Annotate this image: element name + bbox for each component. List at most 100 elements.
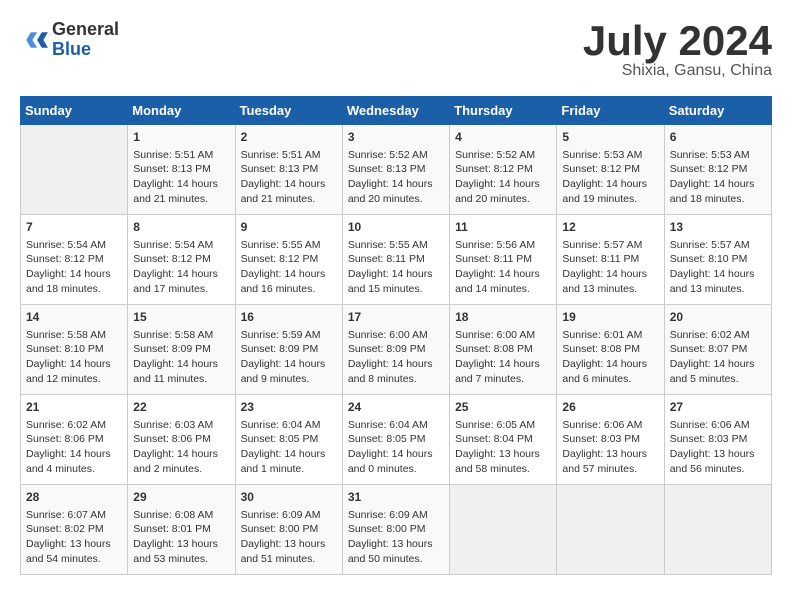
day-info: Sunrise: 5:56 AM Sunset: 8:11 PM Dayligh… <box>455 238 551 297</box>
weekday-header-monday: Monday <box>128 97 235 125</box>
day-number: 20 <box>670 309 766 326</box>
header: General Blue July 2024 Shixia, Gansu, Ch… <box>20 20 772 80</box>
calendar-cell <box>450 485 557 575</box>
calendar-cell: 8 Sunrise: 5:54 AM Sunset: 8:12 PM Daylig… <box>128 215 235 305</box>
calendar-cell: 9 Sunrise: 5:55 AM Sunset: 8:12 PM Daylig… <box>235 215 342 305</box>
day-info: Sunrise: 6:00 AM Sunset: 8:09 PM Dayligh… <box>348 328 444 387</box>
day-number: 8 <box>133 219 229 236</box>
calendar-cell: 16 Sunrise: 5:59 AM Sunset: 8:09 PM Dayli… <box>235 305 342 395</box>
month-title: July 2024 <box>583 20 772 62</box>
calendar-cell: 27 Sunrise: 6:06 AM Sunset: 8:03 PM Dayli… <box>664 395 771 485</box>
calendar-cell: 5 Sunrise: 5:53 AM Sunset: 8:12 PM Daylig… <box>557 125 664 215</box>
calendar-cell: 17 Sunrise: 6:00 AM Sunset: 8:09 PM Dayli… <box>342 305 449 395</box>
day-number: 26 <box>562 399 658 416</box>
day-number: 7 <box>26 219 122 236</box>
day-info: Sunrise: 5:54 AM Sunset: 8:12 PM Dayligh… <box>133 238 229 297</box>
day-info: Sunrise: 5:55 AM Sunset: 8:11 PM Dayligh… <box>348 238 444 297</box>
day-info: Sunrise: 6:05 AM Sunset: 8:04 PM Dayligh… <box>455 418 551 477</box>
calendar-cell: 24Sunrise: 6:04 AM Sunset: 8:05 PM Dayli… <box>342 395 449 485</box>
day-number: 15 <box>133 309 229 326</box>
calendar-cell: 3 Sunrise: 5:52 AM Sunset: 8:13 PM Daylig… <box>342 125 449 215</box>
day-info: Sunrise: 5:51 AM Sunset: 8:13 PM Dayligh… <box>241 148 337 207</box>
day-number: 30 <box>241 489 337 506</box>
calendar-cell: 19 Sunrise: 6:01 AM Sunset: 8:08 PM Dayli… <box>557 305 664 395</box>
title-block: July 2024 Shixia, Gansu, China <box>583 20 772 80</box>
logo-general-text: General <box>52 20 119 40</box>
day-number: 3 <box>348 129 444 146</box>
calendar-table: SundayMondayTuesdayWednesdayThursdayFrid… <box>20 96 772 575</box>
calendar-week-3: 14 Sunrise: 5:58 AM Sunset: 8:10 PM Dayli… <box>21 305 772 395</box>
calendar-week-1: 1 Sunrise: 5:51 AM Sunset: 8:13 PM Daylig… <box>21 125 772 215</box>
day-info: Sunrise: 5:55 AM Sunset: 8:12 PM Dayligh… <box>241 238 337 297</box>
calendar-cell: 28Sunrise: 6:07 AM Sunset: 8:02 PM Dayli… <box>21 485 128 575</box>
day-info: Sunrise: 6:03 AM Sunset: 8:06 PM Dayligh… <box>133 418 229 477</box>
day-number: 4 <box>455 129 551 146</box>
calendar-cell: 30 Sunrise: 6:09 AM Sunset: 8:00 PM Dayli… <box>235 485 342 575</box>
day-number: 23 <box>241 399 337 416</box>
calendar-cell: 21 Sunrise: 6:02 AM Sunset: 8:06 PM Dayli… <box>21 395 128 485</box>
day-info: Sunrise: 6:09 AM Sunset: 8:00 PM Dayligh… <box>241 508 337 567</box>
day-number: 16 <box>241 309 337 326</box>
day-number: 13 <box>670 219 766 236</box>
day-number: 17 <box>348 309 444 326</box>
day-info: Sunrise: 5:53 AM Sunset: 8:12 PM Dayligh… <box>562 148 658 207</box>
calendar-cell: 31Sunrise: 6:09 AM Sunset: 8:00 PM Dayli… <box>342 485 449 575</box>
calendar-cell: 20 Sunrise: 6:02 AM Sunset: 8:07 PM Dayli… <box>664 305 771 395</box>
day-info: Sunrise: 6:09 AM Sunset: 8:00 PM Dayligh… <box>348 508 444 567</box>
logo-text: General Blue <box>52 20 119 60</box>
calendar-cell: 29Sunrise: 6:08 AM Sunset: 8:01 PM Dayli… <box>128 485 235 575</box>
day-info: Sunrise: 5:52 AM Sunset: 8:13 PM Dayligh… <box>348 148 444 207</box>
calendar-cell: 4 Sunrise: 5:52 AM Sunset: 8:12 PM Daylig… <box>450 125 557 215</box>
weekday-header-row: SundayMondayTuesdayWednesdayThursdayFrid… <box>21 97 772 125</box>
day-number: 18 <box>455 309 551 326</box>
day-number: 14 <box>26 309 122 326</box>
day-number: 19 <box>562 309 658 326</box>
weekday-header-sunday: Sunday <box>21 97 128 125</box>
calendar-header: SundayMondayTuesdayWednesdayThursdayFrid… <box>21 97 772 125</box>
day-info: Sunrise: 6:02 AM Sunset: 8:06 PM Dayligh… <box>26 418 122 477</box>
day-info: Sunrise: 6:04 AM Sunset: 8:05 PM Dayligh… <box>241 418 337 477</box>
day-number: 5 <box>562 129 658 146</box>
day-number: 24 <box>348 399 444 416</box>
day-info: Sunrise: 6:06 AM Sunset: 8:03 PM Dayligh… <box>562 418 658 477</box>
day-info: Sunrise: 5:57 AM Sunset: 8:10 PM Dayligh… <box>670 238 766 297</box>
calendar-week-4: 21 Sunrise: 6:02 AM Sunset: 8:06 PM Dayli… <box>21 395 772 485</box>
calendar-cell: 14 Sunrise: 5:58 AM Sunset: 8:10 PM Dayli… <box>21 305 128 395</box>
logo: General Blue <box>20 20 119 60</box>
day-number: 29 <box>133 489 229 506</box>
day-number: 2 <box>241 129 337 146</box>
calendar-cell <box>664 485 771 575</box>
calendar-cell <box>557 485 664 575</box>
calendar-week-5: 28Sunrise: 6:07 AM Sunset: 8:02 PM Dayli… <box>21 485 772 575</box>
calendar-cell: 12Sunrise: 5:57 AM Sunset: 8:11 PM Dayli… <box>557 215 664 305</box>
calendar-cell: 23 Sunrise: 6:04 AM Sunset: 8:05 PM Dayli… <box>235 395 342 485</box>
day-number: 27 <box>670 399 766 416</box>
calendar-cell: 15 Sunrise: 5:58 AM Sunset: 8:09 PM Dayli… <box>128 305 235 395</box>
location-subtitle: Shixia, Gansu, China <box>583 62 772 80</box>
day-number: 12 <box>562 219 658 236</box>
day-info: Sunrise: 6:01 AM Sunset: 8:08 PM Dayligh… <box>562 328 658 387</box>
calendar-cell: 13 Sunrise: 5:57 AM Sunset: 8:10 PM Dayli… <box>664 215 771 305</box>
calendar-cell <box>21 125 128 215</box>
logo-blue-text: Blue <box>52 40 119 60</box>
calendar-cell: 6Sunrise: 5:53 AM Sunset: 8:12 PM Daylig… <box>664 125 771 215</box>
day-info: Sunrise: 5:58 AM Sunset: 8:09 PM Dayligh… <box>133 328 229 387</box>
day-info: Sunrise: 5:52 AM Sunset: 8:12 PM Dayligh… <box>455 148 551 207</box>
weekday-header-wednesday: Wednesday <box>342 97 449 125</box>
weekday-header-friday: Friday <box>557 97 664 125</box>
day-number: 28 <box>26 489 122 506</box>
weekday-header-tuesday: Tuesday <box>235 97 342 125</box>
calendar-cell: 10Sunrise: 5:55 AM Sunset: 8:11 PM Dayli… <box>342 215 449 305</box>
day-number: 9 <box>241 219 337 236</box>
day-info: Sunrise: 5:58 AM Sunset: 8:10 PM Dayligh… <box>26 328 122 387</box>
day-number: 1 <box>133 129 229 146</box>
calendar-cell: 26 Sunrise: 6:06 AM Sunset: 8:03 PM Dayli… <box>557 395 664 485</box>
day-number: 21 <box>26 399 122 416</box>
day-info: Sunrise: 5:54 AM Sunset: 8:12 PM Dayligh… <box>26 238 122 297</box>
day-info: Sunrise: 6:02 AM Sunset: 8:07 PM Dayligh… <box>670 328 766 387</box>
day-info: Sunrise: 6:06 AM Sunset: 8:03 PM Dayligh… <box>670 418 766 477</box>
logo-icon <box>20 26 48 54</box>
day-info: Sunrise: 5:59 AM Sunset: 8:09 PM Dayligh… <box>241 328 337 387</box>
day-info: Sunrise: 6:00 AM Sunset: 8:08 PM Dayligh… <box>455 328 551 387</box>
calendar-cell: 18 Sunrise: 6:00 AM Sunset: 8:08 PM Dayli… <box>450 305 557 395</box>
